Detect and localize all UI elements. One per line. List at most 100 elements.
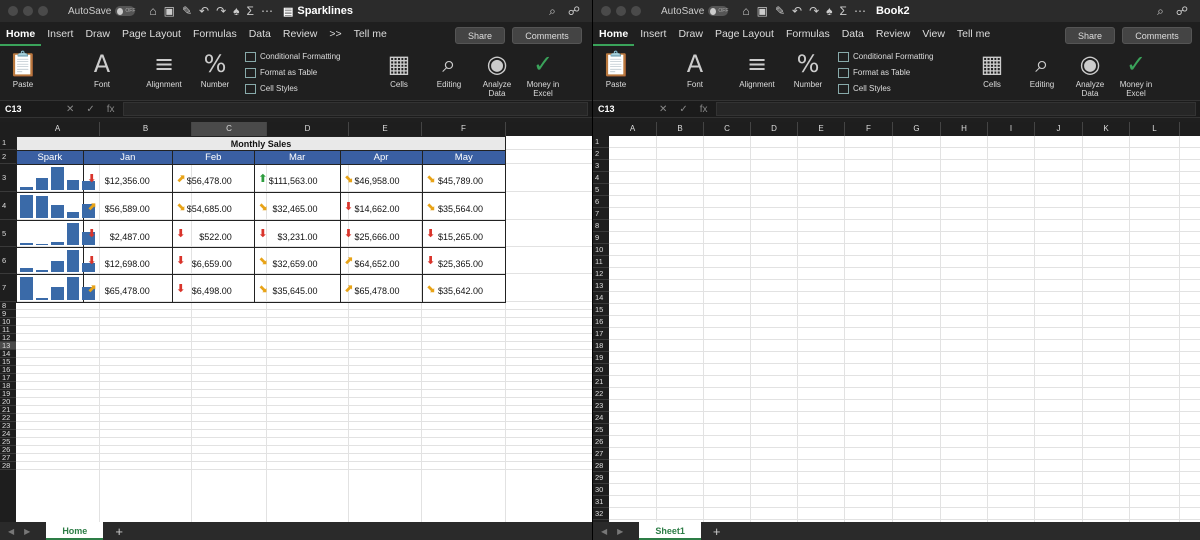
value-cell[interactable]: ⬆ $111,563.00 <box>253 164 341 193</box>
tab-insert[interactable]: Insert <box>41 22 79 46</box>
column-header-k[interactable]: K <box>1083 122 1130 136</box>
column-header-e[interactable]: E <box>349 122 422 136</box>
value-cell[interactable]: ⬈ $64,652.00 <box>339 247 423 275</box>
tab-page-layout[interactable]: Page Layout <box>116 22 187 46</box>
value-cell[interactable]: ⬈ $65,478.00 <box>82 274 173 303</box>
autosum-icon[interactable]: Σ <box>247 4 254 18</box>
search-icon[interactable]: ⌕ <box>549 4 556 19</box>
column-header-i[interactable]: I <box>988 122 1035 136</box>
row-header-13[interactable]: 13 <box>593 280 609 292</box>
row-header-28[interactable]: 28 <box>593 460 609 472</box>
row-header-6[interactable]: 6 <box>0 247 16 274</box>
value-cell[interactable]: ⬇ $25,365.00 <box>421 247 507 275</box>
tab-tell-me[interactable]: Tell me <box>348 22 393 46</box>
zoom-button[interactable] <box>38 6 48 16</box>
value-cell[interactable]: ⬊ $35,645.00 <box>253 274 341 303</box>
cell-area[interactable]: Monthly Sales Spark Jan Feb Mar Apr May ⬇ $12,35… <box>16 136 592 522</box>
edit-icon[interactable]: ✎ <box>775 4 785 18</box>
cell-area[interactable] <box>609 136 1200 522</box>
comments-button[interactable]: Comments <box>512 27 582 44</box>
add-sheet-button[interactable]: + <box>713 524 721 539</box>
value-cell[interactable]: ⬇ $6,659.00 <box>171 247 255 275</box>
row-header-24[interactable]: 24 <box>593 412 609 424</box>
value-cell[interactable]: ⬇ $15,265.00 <box>421 220 507 248</box>
row-header-30[interactable]: 30 <box>593 484 609 496</box>
tab-draw[interactable]: Draw <box>79 22 116 46</box>
autosum-icon[interactable]: Σ <box>840 4 847 18</box>
row-header-14[interactable]: 14 <box>593 292 609 304</box>
column-header-j[interactable]: J <box>1035 122 1083 136</box>
row-header-5[interactable]: 5 <box>0 220 16 247</box>
prev-sheet-icon[interactable]: ◀ <box>601 527 607 536</box>
column-header-h[interactable]: H <box>941 122 988 136</box>
prev-sheet-icon[interactable]: ◀ <box>8 527 14 536</box>
row-header-12[interactable]: 12 <box>593 268 609 280</box>
row-header-22[interactable]: 22 <box>593 388 609 400</box>
more-icon[interactable]: ⋯ <box>854 4 866 18</box>
share-button[interactable]: Share <box>455 27 505 44</box>
name-box[interactable]: C13 <box>0 104 60 114</box>
alignment-button[interactable]: ≡ Alignment <box>733 48 781 89</box>
tab-insert[interactable]: Insert <box>634 22 672 46</box>
sparkline-cell[interactable] <box>16 247 95 275</box>
row-header-17[interactable]: 17 <box>593 328 609 340</box>
value-cell[interactable]: ⬊ $35,564.00 <box>421 192 507 221</box>
cancel-icon[interactable]: ✕ <box>659 104 667 115</box>
column-header-a[interactable]: A <box>609 122 657 136</box>
edit-icon[interactable]: ✎ <box>182 4 192 18</box>
row-header-6[interactable]: 6 <box>593 196 609 208</box>
undo-icon[interactable]: ↶ <box>792 4 802 18</box>
value-cell[interactable]: ⬈ $65,478.00 <box>339 274 423 303</box>
zoom-button[interactable] <box>631 6 641 16</box>
row-header-21[interactable]: 21 <box>593 376 609 388</box>
conditional-formatting-button[interactable]: Conditional Formatting <box>838 49 933 65</box>
row-header-1[interactable]: 1 <box>0 136 16 150</box>
value-cell[interactable]: ⬊ $54,685.00 <box>171 192 255 221</box>
row-header-23[interactable]: 23 <box>593 400 609 412</box>
alignment-button[interactable]: ≡ Alignment <box>140 48 188 89</box>
column-header-c[interactable]: C <box>192 122 267 136</box>
sparkline-cell[interactable] <box>16 220 95 248</box>
money-in-excel-button[interactable]: ✓ Money in Excel <box>1117 48 1155 98</box>
tab-home[interactable]: Home <box>0 22 42 46</box>
tab-page-layout[interactable]: Page Layout <box>709 22 780 46</box>
value-cell[interactable]: ⬇ $12,698.00 <box>82 247 173 275</box>
home-icon[interactable]: ⌂ <box>742 4 749 18</box>
value-cell[interactable]: ⬇ $3,231.00 <box>253 220 341 248</box>
undo-icon[interactable]: ↶ <box>199 4 209 18</box>
next-sheet-icon[interactable]: ▶ <box>24 527 30 536</box>
analyze-data-button[interactable]: ◉ Analyze Data <box>1071 48 1109 98</box>
home-icon[interactable]: ⌂ <box>149 4 156 18</box>
font-button[interactable]: A Font <box>676 48 714 89</box>
row-header-7[interactable]: 7 <box>0 274 16 302</box>
value-cell[interactable]: ⬊ $46,958.00 <box>339 164 423 193</box>
row-header-16[interactable]: 16 <box>593 316 609 328</box>
name-box[interactable]: C13 <box>593 104 653 114</box>
share-person-icon[interactable]: ☍ <box>568 4 580 19</box>
row-header-31[interactable]: 31 <box>593 496 609 508</box>
row-header-18[interactable]: 18 <box>593 340 609 352</box>
row-header-10[interactable]: 10 <box>593 244 609 256</box>
row-header-2[interactable]: 2 <box>593 148 609 160</box>
value-cell[interactable]: ⬊ $32,465.00 <box>253 192 341 221</box>
row-header-25[interactable]: 25 <box>593 424 609 436</box>
sparkline-cell[interactable] <box>16 274 95 303</box>
tab-data[interactable]: Data <box>243 22 277 46</box>
header-cell-mar[interactable]: Mar <box>253 150 341 165</box>
value-cell[interactable]: ⬇ $522.00 <box>171 220 255 248</box>
formula-input[interactable] <box>122 102 588 116</box>
row-header-3[interactable]: 3 <box>0 164 16 192</box>
tab-formulas[interactable]: Formulas <box>187 22 243 46</box>
format-painter-icon[interactable]: ♠ <box>826 4 832 18</box>
sparkline-cell[interactable] <box>16 192 95 221</box>
autosave-switch[interactable]: OFF <box>708 6 729 16</box>
row-header-4[interactable]: 4 <box>0 192 16 220</box>
row-header-1[interactable]: 1 <box>593 136 609 148</box>
row-header-15[interactable]: 15 <box>593 304 609 316</box>
column-header-c[interactable]: C <box>704 122 751 136</box>
column-header-a[interactable]: A <box>16 122 100 136</box>
tab-tell-me[interactable]: Tell me <box>951 22 996 46</box>
column-header-f[interactable]: F <box>422 122 506 136</box>
value-cell[interactable]: ⬈ $56,478.00 <box>171 164 255 193</box>
function-icon[interactable]: fx <box>700 104 708 115</box>
